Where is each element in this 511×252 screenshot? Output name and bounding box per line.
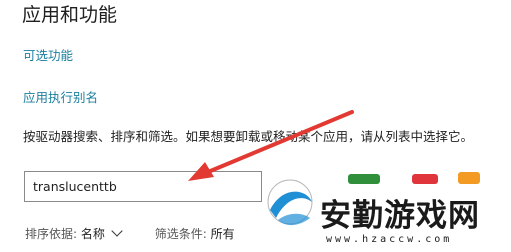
page-title: 应用和功能: [22, 4, 118, 26]
optional-features-link[interactable]: 可选功能: [23, 48, 73, 64]
annotation-arrow-icon: [188, 110, 354, 181]
site-watermark: 安勤游戏网 www.hzaccw.com: [262, 168, 511, 252]
apps-and-features-page: 应用和功能 可选功能 应用执行别名 按驱动器搜索、排序和筛选。如果想要卸载或移动…: [0, 0, 511, 252]
app-search-input[interactable]: [24, 171, 262, 202]
filter-value: 所有: [210, 227, 235, 241]
app-execution-alias-link[interactable]: 应用执行别名: [23, 90, 98, 106]
sort-value: 名称: [80, 227, 105, 241]
watermark-url: www.hzaccw.com: [326, 234, 453, 245]
sort-dropdown[interactable]: 排序依据: 名称: [25, 225, 123, 242]
chevron-down-icon: [111, 225, 123, 237]
filter-dropdown[interactable]: 筛选条件: 所有: [155, 226, 235, 242]
sort-label: 排序依据:: [25, 227, 78, 241]
description-text: 按驱动器搜索、排序和筛选。如果想要卸载或移动某个应用，请从列表中选择它。: [23, 129, 474, 144]
watermark-text: 安勤游戏网: [320, 198, 480, 234]
filter-label: 筛选条件:: [154, 227, 207, 241]
watermark-logo-icon: [262, 168, 511, 252]
sort-filter-row: 排序依据: 名称 筛选条件: 所有: [25, 225, 235, 242]
